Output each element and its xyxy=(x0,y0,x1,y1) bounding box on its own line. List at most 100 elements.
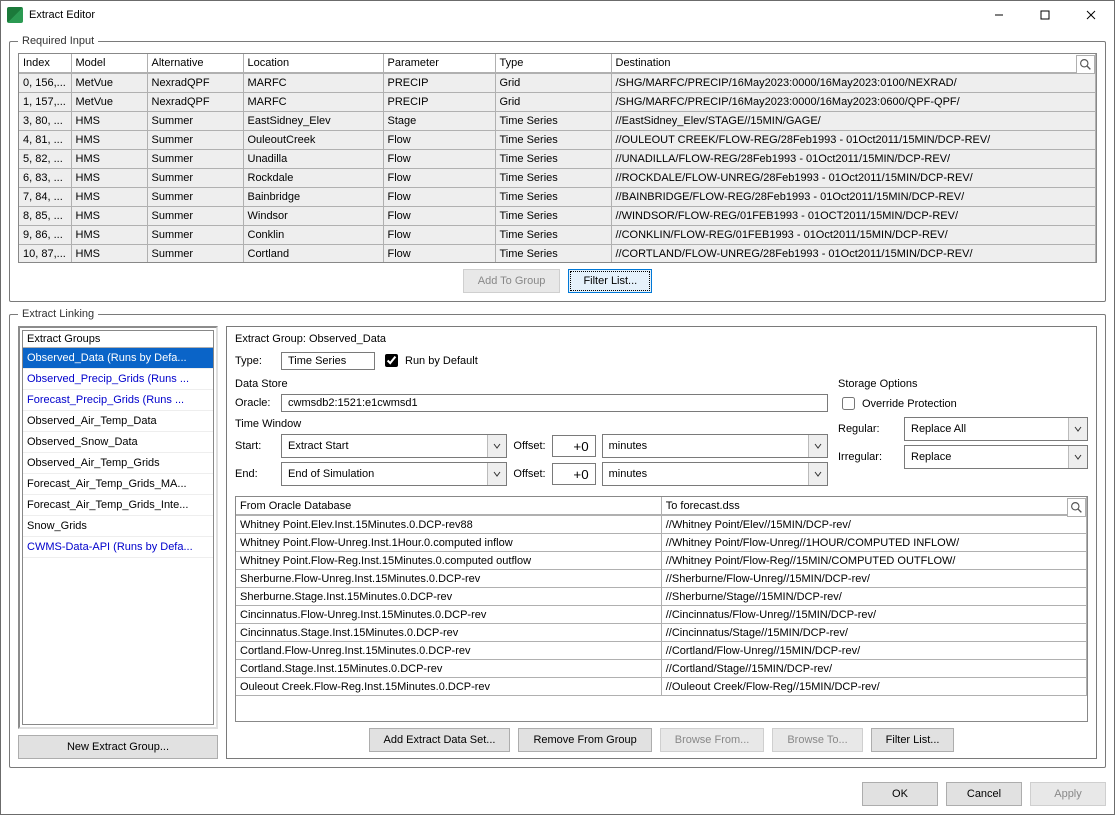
regular-combo[interactable]: Replace All xyxy=(904,417,1088,441)
titlebar: Extract Editor xyxy=(1,1,1114,29)
chevron-down-icon xyxy=(1068,446,1087,468)
close-button[interactable] xyxy=(1068,1,1114,29)
table-row[interactable]: 3, 80, ...HMSSummerEastSidney_ElevStageT… xyxy=(19,112,1096,131)
search-icon[interactable] xyxy=(1076,55,1095,74)
table-row[interactable]: 1, 157,...MetVueNexradQPFMARFCPRECIPGrid… xyxy=(19,93,1096,112)
column-header[interactable]: From Oracle Database xyxy=(236,497,661,515)
time-window-label: Time Window xyxy=(235,418,828,430)
extract-group-item[interactable]: Observed_Snow_Data xyxy=(23,432,213,453)
browse-to-button[interactable]: Browse To... xyxy=(772,728,862,752)
extract-group-item[interactable]: Snow_Grids xyxy=(23,516,213,537)
table-row[interactable]: Ouleout Creek.Flow-Reg.Inst.15Minutes.0.… xyxy=(236,678,1087,696)
required-input-table[interactable]: IndexModelAlternativeLocationParameterTy… xyxy=(18,53,1097,263)
extract-group-item[interactable]: Forecast_Air_Temp_Grids_Inte... xyxy=(23,495,213,516)
table-row[interactable]: 5, 82, ...HMSSummerUnadillaFlowTime Seri… xyxy=(19,150,1096,169)
table-row[interactable]: 10, 87,...HMSSummerCortlandFlowTime Seri… xyxy=(19,245,1096,263)
extract-groups-header: Extract Groups xyxy=(23,331,213,348)
irregular-label: Irregular: xyxy=(838,451,898,463)
cancel-button[interactable]: Cancel xyxy=(946,782,1022,806)
chevron-down-icon xyxy=(1068,418,1087,440)
table-row[interactable]: Sherburne.Flow-Unreg.Inst.15Minutes.0.DC… xyxy=(236,570,1087,588)
table-row[interactable]: Cortland.Flow-Unreg.Inst.15Minutes.0.DCP… xyxy=(236,642,1087,660)
mapping-table[interactable]: From Oracle DatabaseTo forecast.dss Whit… xyxy=(235,496,1088,722)
table-row[interactable]: 9, 86, ...HMSSummerConklinFlowTime Serie… xyxy=(19,226,1096,245)
table-row[interactable]: 8, 85, ...HMSSummerWindsorFlowTime Serie… xyxy=(19,207,1096,226)
offset-end-input[interactable] xyxy=(552,463,596,485)
extract-linking-legend: Extract Linking xyxy=(18,308,98,320)
table-row[interactable]: Whitney Point.Elev.Inst.15Minutes.0.DCP-… xyxy=(236,516,1087,534)
unit-end-combo[interactable]: minutes xyxy=(602,462,828,486)
extract-group-item[interactable]: Observed_Air_Temp_Data xyxy=(23,411,213,432)
oracle-label: Oracle: xyxy=(235,397,275,409)
table-row[interactable]: 7, 84, ...HMSSummerBainbridgeFlowTime Se… xyxy=(19,188,1096,207)
add-extract-data-set-button[interactable]: Add Extract Data Set... xyxy=(369,728,511,752)
extract-editor-window: Extract Editor Required Input IndexModel… xyxy=(0,0,1115,815)
extract-group-item[interactable]: Observed_Data (Runs by Defa... xyxy=(23,348,213,369)
table-row[interactable]: Whitney Point.Flow-Unreg.Inst.1Hour.0.co… xyxy=(236,534,1087,552)
offset-end-label: Offset: xyxy=(513,468,545,480)
column-header[interactable]: To forecast.dss xyxy=(661,497,1086,515)
filter-list-button[interactable]: Filter List... xyxy=(568,269,652,293)
dialog-footer: OK Cancel Apply xyxy=(1,776,1114,814)
table-row[interactable]: 4, 81, ...HMSSummerOuleoutCreekFlowTime … xyxy=(19,131,1096,150)
data-store-label: Data Store xyxy=(235,378,828,390)
start-label: Start: xyxy=(235,440,275,452)
column-header[interactable]: Destination xyxy=(611,54,1096,73)
table-row[interactable]: 6, 83, ...HMSSummerRockdaleFlowTime Seri… xyxy=(19,169,1096,188)
irregular-combo[interactable]: Replace xyxy=(904,445,1088,469)
chevron-down-icon xyxy=(808,435,827,457)
type-value: Time Series xyxy=(281,352,375,370)
oracle-value: cwmsdb2:1521:e1cwmsd1 xyxy=(281,394,828,412)
apply-button[interactable]: Apply xyxy=(1030,782,1106,806)
table-row[interactable]: Whitney Point.Flow-Reg.Inst.15Minutes.0.… xyxy=(236,552,1087,570)
extract-linking-group: Extract Linking Extract Groups Observed_… xyxy=(9,308,1106,768)
chevron-down-icon xyxy=(808,463,827,485)
column-header[interactable]: Model xyxy=(71,54,147,73)
extract-groups-list[interactable]: Extract Groups Observed_Data (Runs by De… xyxy=(22,330,214,725)
column-header[interactable]: Type xyxy=(495,54,611,73)
table-row[interactable]: Sherburne.Stage.Inst.15Minutes.0.DCP-rev… xyxy=(236,588,1087,606)
override-protection-input[interactable] xyxy=(842,397,855,410)
column-header[interactable]: Location xyxy=(243,54,383,73)
table-row[interactable]: 0, 156,...MetVueNexradQPFMARFCPRECIPGrid… xyxy=(19,74,1096,93)
extract-groups-panel: Extract Groups Observed_Data (Runs by De… xyxy=(18,326,218,759)
required-input-legend: Required Input xyxy=(18,35,98,47)
required-input-group: Required Input IndexModelAlternativeLoca… xyxy=(9,35,1106,302)
column-header[interactable]: Alternative xyxy=(147,54,243,73)
new-extract-group-button[interactable]: New Extract Group... xyxy=(18,735,218,759)
window-title: Extract Editor xyxy=(29,9,976,21)
extract-group-title: Extract Group: Observed_Data xyxy=(235,333,1088,345)
run-by-default-checkbox[interactable]: Run by Default xyxy=(381,351,478,370)
table-row[interactable]: Cincinnatus.Stage.Inst.15Minutes.0.DCP-r… xyxy=(236,624,1087,642)
chevron-down-icon xyxy=(487,463,506,485)
app-icon xyxy=(7,7,23,23)
column-header[interactable]: Parameter xyxy=(383,54,495,73)
extract-group-item[interactable]: Forecast_Air_Temp_Grids_MA... xyxy=(23,474,213,495)
filter-mapping-button[interactable]: Filter List... xyxy=(871,728,955,752)
browse-from-button[interactable]: Browse From... xyxy=(660,728,765,752)
type-label: Type: xyxy=(235,355,275,367)
override-protection-checkbox[interactable]: Override Protection xyxy=(838,394,1088,413)
start-combo[interactable]: Extract Start xyxy=(281,434,507,458)
extract-group-item[interactable]: Forecast_Precip_Grids (Runs ... xyxy=(23,390,213,411)
unit-start-combo[interactable]: minutes xyxy=(602,434,828,458)
remove-from-group-button[interactable]: Remove From Group xyxy=(518,728,651,752)
extract-group-item[interactable]: CWMS-Data-API (Runs by Defa... xyxy=(23,537,213,558)
maximize-button[interactable] xyxy=(1022,1,1068,29)
minimize-button[interactable] xyxy=(976,1,1022,29)
offset-start-input[interactable] xyxy=(552,435,596,457)
offset-start-label: Offset: xyxy=(513,440,545,452)
end-combo[interactable]: End of Simulation xyxy=(281,462,507,486)
table-row[interactable]: Cortland.Stage.Inst.15Minutes.0.DCP-rev/… xyxy=(236,660,1087,678)
table-row[interactable]: Cincinnatus.Flow-Unreg.Inst.15Minutes.0.… xyxy=(236,606,1087,624)
ok-button[interactable]: OK xyxy=(862,782,938,806)
extract-group-item[interactable]: Observed_Air_Temp_Grids xyxy=(23,453,213,474)
column-header[interactable]: Index xyxy=(19,54,71,73)
end-label: End: xyxy=(235,468,275,480)
add-to-group-button[interactable]: Add To Group xyxy=(463,269,561,293)
extract-group-detail: Extract Group: Observed_Data Type: Time … xyxy=(226,326,1097,759)
run-by-default-input[interactable] xyxy=(385,354,398,367)
regular-label: Regular: xyxy=(838,423,898,435)
extract-group-item[interactable]: Observed_Precip_Grids (Runs ... xyxy=(23,369,213,390)
search-icon[interactable] xyxy=(1067,498,1086,517)
